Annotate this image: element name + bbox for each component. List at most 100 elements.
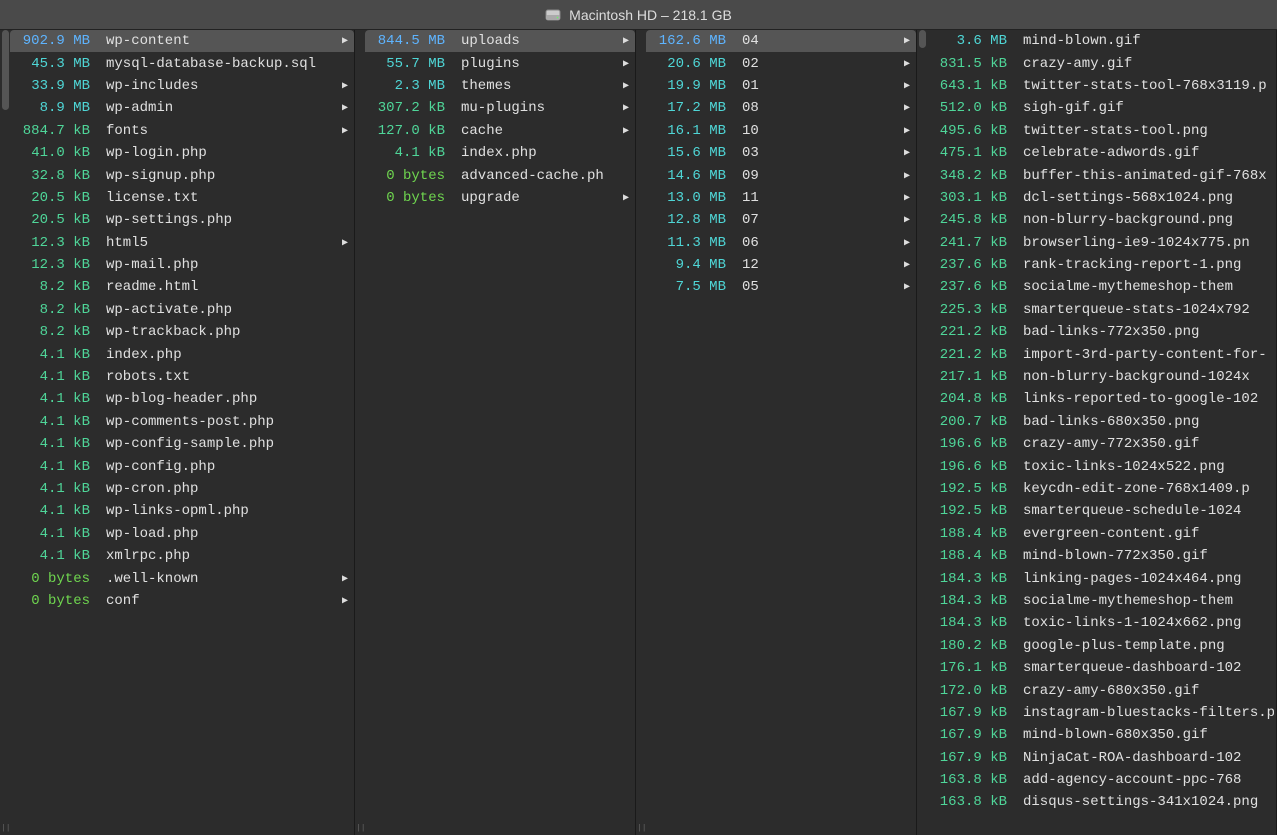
list-item[interactable]: 192.5 kBkeycdn-edit-zone-768x1409.p [927,478,1276,500]
list-item[interactable]: 180.2 kBgoogle-plus-template.png [927,635,1276,657]
list-item[interactable]: 643.1 kBtwitter-stats-tool-768x3119.p [927,75,1276,97]
list-item[interactable]: 4.1 kBwp-config.php [10,455,354,477]
list-item[interactable]: 163.8 kBadd-agency-account-ppc-768 [927,769,1276,791]
list-item[interactable]: 12.8 MB07▶ [646,209,916,231]
list-item[interactable]: 495.6 kBtwitter-stats-tool.png [927,120,1276,142]
list-item[interactable]: 0 bytes.well-known▶ [10,567,354,589]
list-item[interactable]: 167.9 kBNinjaCat-ROA-dashboard-102 [927,747,1276,769]
list-item[interactable]: 9.4 MB12▶ [646,254,916,276]
list-item[interactable]: 15.6 MB03▶ [646,142,916,164]
list-item[interactable]: 167.9 kBmind-blown-680x350.gif [927,724,1276,746]
list-item[interactable]: 188.4 kBevergreen-content.gif [927,523,1276,545]
file-name: robots.txt [96,369,352,385]
scrollbar[interactable] [355,30,365,835]
list-item[interactable]: 127.0 kBcache▶ [365,120,635,142]
list-item[interactable]: 225.3 kBsmarterqueue-stats-1024x792 [927,299,1276,321]
list-item[interactable]: 303.1 kBdcl-settings-568x1024.png [927,187,1276,209]
list-item[interactable]: 55.7 MBplugins▶ [365,52,635,74]
list-item[interactable]: 184.3 kBlinking-pages-1024x464.png [927,567,1276,589]
list-item[interactable]: 4.1 kBindex.php [10,343,354,365]
list-item[interactable]: 16.1 MB10▶ [646,120,916,142]
list-item[interactable]: 8.2 kBreadme.html [10,276,354,298]
list-item[interactable]: 8.9 MBwp-admin▶ [10,97,354,119]
list-item[interactable]: 221.2 kBbad-links-772x350.png [927,321,1276,343]
file-name: mind-blown-680x350.gif [1013,727,1274,743]
list-item[interactable]: 8.2 kBwp-activate.php [10,299,354,321]
list-item[interactable]: 45.3 MBmysql-database-backup.sql [10,52,354,74]
resize-handle-icon[interactable]: || [1,827,11,831]
list-item[interactable]: 20.6 MB02▶ [646,52,916,74]
list-item[interactable]: 475.1 kBcelebrate-adwords.gif [927,142,1276,164]
list-item[interactable]: 167.9 kBinstagram-bluestacks-filters.p [927,702,1276,724]
list-item[interactable]: 884.7 kBfonts▶ [10,120,354,142]
list-item[interactable]: 0 bytesupgrade▶ [365,187,635,209]
column-1[interactable]: 902.9 MBwp-content▶45.3 MBmysql-database… [0,30,355,835]
list-item[interactable]: 4.1 kBxmlrpc.php [10,545,354,567]
list-item[interactable]: 217.1 kBnon-blurry-background-1024x [927,366,1276,388]
list-item[interactable]: 0 bytesadvanced-cache.ph [365,164,635,186]
list-item[interactable]: 41.0 kBwp-login.php [10,142,354,164]
list-item[interactable]: 176.1 kBsmarterqueue-dashboard-102 [927,657,1276,679]
list-item[interactable]: 512.0 kBsigh-gif.gif [927,97,1276,119]
file-size: 9.4 MB [646,257,732,273]
list-item[interactable]: 204.8 kBlinks-reported-to-google-102 [927,388,1276,410]
list-item[interactable]: 172.0 kBcrazy-amy-680x350.gif [927,679,1276,701]
column-3[interactable]: 162.6 MB04▶20.6 MB02▶19.9 MB01▶17.2 MB08… [636,30,917,835]
list-item[interactable]: 844.5 MBuploads▶ [365,30,635,52]
chevron-right-icon: ▶ [904,192,910,204]
list-item[interactable]: 32.8 kBwp-signup.php [10,164,354,186]
column-2[interactable]: 844.5 MBuploads▶55.7 MBplugins▶2.3 MBthe… [355,30,636,835]
column-4[interactable]: 3.6 MBmind-blown.gif831.5 kBcrazy-amy.gi… [917,30,1277,835]
list-item[interactable]: 902.9 MBwp-content▶ [10,30,354,52]
list-item[interactable]: 0 bytesconf▶ [10,590,354,612]
list-item[interactable]: 348.2 kBbuffer-this-animated-gif-768x [927,164,1276,186]
list-item[interactable]: 307.2 kBmu-plugins▶ [365,97,635,119]
list-item[interactable]: 241.7 kBbrowserling-ie9-1024x775.pn [927,232,1276,254]
list-item[interactable]: 163.8 kBdisqus-settings-341x1024.png [927,791,1276,813]
file-size: 176.1 kB [927,660,1013,676]
list-item[interactable]: 188.4 kBmind-blown-772x350.gif [927,545,1276,567]
list-item[interactable]: 162.6 MB04▶ [646,30,916,52]
list-item[interactable]: 2.3 MBthemes▶ [365,75,635,97]
scrollbar[interactable] [917,30,927,835]
resize-handle-icon[interactable]: || [637,827,647,831]
list-item[interactable]: 8.2 kBwp-trackback.php [10,321,354,343]
list-item[interactable]: 237.6 kBrank-tracking-report-1.png [927,254,1276,276]
list-item[interactable]: 12.3 kBwp-mail.php [10,254,354,276]
list-item[interactable]: 33.9 MBwp-includes▶ [10,75,354,97]
resize-handle-icon[interactable]: || [356,827,366,831]
list-item[interactable]: 4.1 kBwp-load.php [10,523,354,545]
list-item[interactable]: 19.9 MB01▶ [646,75,916,97]
scrollbar[interactable] [636,30,646,835]
window-titlebar[interactable]: Macintosh HD – 218.1 GB [0,0,1277,30]
list-item[interactable]: 196.6 kBtoxic-links-1024x522.png [927,455,1276,477]
list-item[interactable]: 7.5 MB05▶ [646,276,916,298]
list-item[interactable]: 237.6 kBsocialme-mythemeshop-them [927,276,1276,298]
list-item[interactable]: 4.1 kBwp-comments-post.php [10,411,354,433]
list-item[interactable]: 200.7 kBbad-links-680x350.png [927,411,1276,433]
list-item[interactable]: 4.1 kBwp-config-sample.php [10,433,354,455]
list-item[interactable]: 20.5 kBwp-settings.php [10,209,354,231]
list-item[interactable]: 14.6 MB09▶ [646,164,916,186]
list-item[interactable]: 831.5 kBcrazy-amy.gif [927,52,1276,74]
list-item[interactable]: 11.3 MB06▶ [646,232,916,254]
list-item[interactable]: 4.1 kBrobots.txt [10,366,354,388]
list-item[interactable]: 4.1 kBindex.php [365,142,635,164]
list-item[interactable]: 3.6 MBmind-blown.gif [927,30,1276,52]
list-item[interactable]: 221.2 kBimport-3rd-party-content-for- [927,343,1276,365]
list-item[interactable]: 4.1 kBwp-blog-header.php [10,388,354,410]
list-item[interactable]: 4.1 kBwp-cron.php [10,478,354,500]
list-item[interactable]: 192.5 kBsmarterqueue-schedule-1024 [927,500,1276,522]
scroll-thumb[interactable] [2,30,9,110]
list-item[interactable]: 245.8 kBnon-blurry-background.png [927,209,1276,231]
list-item[interactable]: 196.6 kBcrazy-amy-772x350.gif [927,433,1276,455]
list-item[interactable]: 20.5 kBlicense.txt [10,187,354,209]
list-item[interactable]: 184.3 kBsocialme-mythemeshop-them [927,590,1276,612]
list-item[interactable]: 17.2 MB08▶ [646,97,916,119]
list-item[interactable]: 184.3 kBtoxic-links-1-1024x662.png [927,612,1276,634]
list-item[interactable]: 13.0 MB11▶ [646,187,916,209]
list-item[interactable]: 4.1 kBwp-links-opml.php [10,500,354,522]
list-item[interactable]: 12.3 kBhtml5▶ [10,232,354,254]
scrollbar[interactable] [0,30,10,835]
scroll-thumb[interactable] [919,30,926,48]
